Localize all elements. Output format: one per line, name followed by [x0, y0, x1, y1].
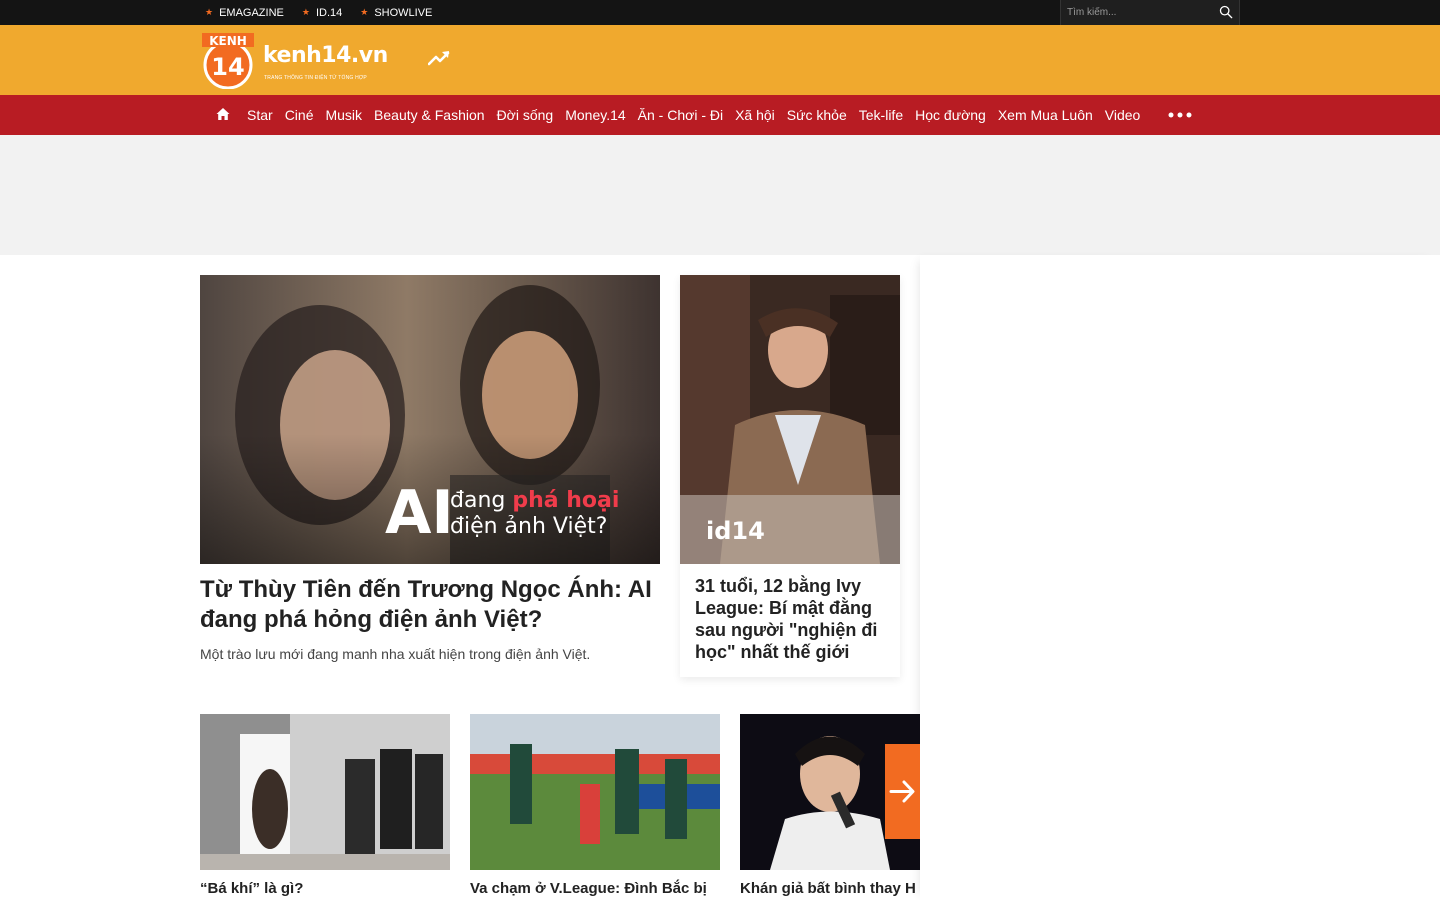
nav-item-star[interactable]: Star — [241, 107, 279, 123]
svg-text:KENH: KENH — [209, 34, 247, 48]
nav-item-hoc-duong[interactable]: Học đường — [909, 107, 992, 123]
story-carousel: “Bá khí” là gì? Va chạm ở V.League: Đình… — [0, 700, 920, 900]
top-link-label: EMAGAZINE — [219, 6, 284, 19]
right-sidebar — [920, 255, 1440, 900]
nav-item-suc-khoe[interactable]: Sức khỏe — [781, 107, 853, 123]
main-nav: Star Ciné Musik Beauty & Fashion Đời sốn… — [0, 95, 1440, 135]
search-icon[interactable] — [1219, 5, 1233, 19]
side-article-title: 31 tuổi, 12 bằng Ivy League: Bí mật đằng… — [695, 576, 878, 662]
story-thumb — [200, 714, 450, 870]
home-icon[interactable] — [215, 106, 231, 122]
arrow-right-icon — [889, 780, 915, 803]
star-icon: ★ — [301, 7, 310, 17]
nav-menu: Star Ciné Musik Beauty & Fashion Đời sốn… — [241, 95, 1146, 135]
star-icon: ★ — [360, 7, 369, 17]
logo-tagline: TRANG THÔNG TIN ĐIỆN TỬ TỔNG HỢP — [264, 75, 367, 81]
site-logo[interactable]: KENH 14 kenh14.vn TRANG THÔNG TIN ĐIỆN T… — [200, 31, 388, 91]
story-title: Khán giả bất bình thay H — [740, 880, 916, 897]
featured-title[interactable]: Từ Thùy Tiên đến Trương Ngọc Ánh: AI đan… — [200, 575, 670, 635]
side-article-image: id14 — [680, 275, 900, 564]
svg-text:14: 14 — [211, 53, 244, 81]
story-card[interactable]: “Bá khí” là gì? — [200, 714, 450, 897]
featured-image[interactable]: AI đang phá hoại điện ảnh Việt? — [200, 275, 660, 564]
side-photo: id14 — [680, 275, 900, 564]
nav-item-xem-mua-luon[interactable]: Xem Mua Luôn — [992, 107, 1099, 123]
overlay-line1: đang phá hoại — [450, 488, 619, 513]
star-icon: ★ — [205, 7, 214, 17]
top-link-label: SHOWLIVE — [374, 6, 433, 19]
top-utility-bar: ★ EMAGAZINE ★ ID.14 ★ SHOWLIVE — [0, 0, 1440, 25]
top-link-showlive[interactable]: ★ SHOWLIVE — [360, 7, 432, 19]
top-link-emagazine[interactable]: ★ EMAGAZINE — [205, 7, 284, 19]
story-photo — [200, 714, 450, 870]
more-menu-icon[interactable] — [1168, 112, 1192, 118]
story-title: Va chạm ở V.League: Đình Bắc bị — [470, 880, 707, 897]
overlay-ai-text: AI — [385, 478, 454, 548]
logo-wordmark: kenh14.vn — [263, 43, 388, 68]
overlay-line2: điện ảnh Việt? — [450, 514, 607, 539]
trending-icon[interactable] — [428, 49, 450, 67]
top-link-label: ID.14 — [315, 6, 343, 19]
ad-banner-area — [0, 135, 1440, 255]
nav-item-beauty-fashion[interactable]: Beauty & Fashion — [368, 107, 491, 123]
story-thumb — [470, 714, 720, 870]
logo-badge-icon: KENH 14 — [202, 33, 254, 89]
nav-item-video[interactable]: Video — [1099, 107, 1147, 123]
top-links: ★ EMAGAZINE ★ ID.14 ★ SHOWLIVE — [205, 0, 432, 25]
featured-photo: AI đang phá hoại điện ảnh Việt? — [200, 275, 660, 564]
site-header: KENH 14 kenh14.vn TRANG THÔNG TIN ĐIỆN T… — [0, 25, 1440, 95]
nav-item-xa-hoi[interactable]: Xã hội — [729, 107, 781, 123]
search-input[interactable] — [1067, 4, 1215, 21]
side-article-card[interactable]: id14 31 tuổi, 12 bằng Ivy League: Bí mật… — [680, 275, 900, 677]
nav-item-money14[interactable]: Money.14 — [559, 107, 631, 123]
search-box — [1060, 0, 1240, 25]
nav-item-musik[interactable]: Musik — [319, 107, 368, 123]
nav-item-doi-song[interactable]: Đời sống — [491, 107, 560, 123]
story-card[interactable]: Va chạm ở V.League: Đình Bắc bị — [470, 714, 720, 897]
nav-item-an-choi-di[interactable]: Ăn - Chơi - Đi — [632, 107, 729, 123]
top-link-id14[interactable]: ★ ID.14 — [302, 7, 342, 19]
nav-item-cine[interactable]: Ciné — [279, 107, 320, 123]
story-photo — [470, 714, 720, 870]
featured-summary: Một trào lưu mới đang manh nha xuất hiện… — [200, 646, 591, 662]
nav-item-tek-life[interactable]: Tek-life — [853, 107, 909, 123]
story-title: “Bá khí” là gì? — [200, 880, 304, 897]
id14-watermark: id14 — [706, 517, 765, 545]
carousel-next-button[interactable] — [885, 744, 920, 839]
